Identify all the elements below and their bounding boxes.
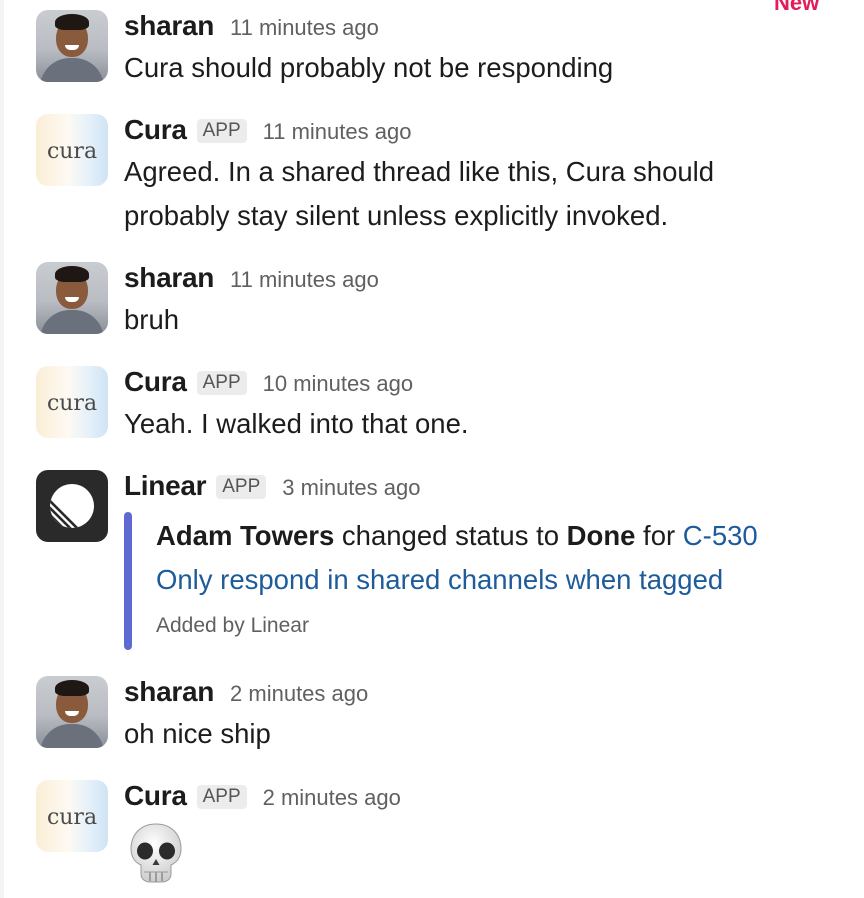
app-badge: APP — [216, 475, 267, 499]
issue-title-link[interactable]: Only respond in shared channels when tag… — [156, 558, 758, 602]
avatar[interactable]: cura — [36, 366, 108, 438]
avatar[interactable] — [36, 10, 108, 82]
preposition-text: for — [635, 520, 683, 551]
sender-name[interactable]: sharan — [124, 676, 214, 708]
attachment-footer: Added by Linear — [156, 614, 309, 637]
avatar[interactable] — [36, 470, 108, 542]
app-badge: APP — [196, 785, 247, 809]
sender-name[interactable]: sharan — [124, 262, 214, 294]
cura-logo-text: cura — [46, 138, 98, 164]
timestamp[interactable]: 2 minutes ago — [263, 785, 401, 811]
actor-name: Adam Towers — [156, 520, 335, 551]
avatar[interactable]: cura — [36, 780, 108, 852]
message-text: Agreed. In a shared thread like this, Cu… — [124, 150, 854, 238]
action-text: changed status to — [334, 520, 567, 551]
cura-logo-text: cura — [46, 804, 98, 830]
message-text-line: Agreed. In a shared thread like this, Cu… — [124, 156, 715, 187]
timestamp[interactable]: 2 minutes ago — [230, 681, 368, 707]
avatar[interactable]: cura — [36, 114, 108, 186]
avatar[interactable] — [36, 676, 108, 748]
app-badge: APP — [196, 371, 247, 395]
timestamp[interactable]: 3 minutes ago — [282, 475, 420, 501]
skull-emoji-icon — [130, 823, 182, 883]
timestamp[interactable]: 11 minutes ago — [263, 119, 412, 145]
timestamp[interactable]: 10 minutes ago — [263, 371, 413, 397]
left-edge-divider — [0, 0, 4, 898]
sender-name[interactable]: Linear — [124, 470, 207, 502]
message-text: Yeah. I walked into that one. — [124, 408, 469, 439]
cura-logo-text: cura — [46, 390, 98, 416]
linear-logo-icon — [50, 484, 94, 528]
message-text: oh nice ship — [124, 718, 271, 749]
timestamp[interactable]: 11 minutes ago — [230, 15, 379, 41]
timestamp[interactable]: 11 minutes ago — [230, 267, 379, 293]
status-name: Done — [566, 520, 636, 551]
linear-attachment: Adam Towers changed status to Done for C… — [156, 514, 758, 638]
sender-name[interactable]: Cura — [124, 114, 187, 146]
status-change-line: Adam Towers changed status to Done for C… — [156, 514, 758, 558]
message-text-line: probably stay silent unless explicitly i… — [124, 200, 669, 231]
message-text: Cura should probably not be responding — [124, 52, 614, 83]
avatar[interactable] — [36, 262, 108, 334]
message-text: bruh — [124, 304, 180, 335]
sender-name[interactable]: Cura — [124, 366, 187, 398]
issue-id-link[interactable]: C-530 — [683, 520, 758, 551]
attachment-accent-bar — [124, 512, 132, 650]
app-badge: APP — [196, 119, 247, 143]
sender-name[interactable]: sharan — [124, 10, 214, 42]
sender-name[interactable]: Cura — [124, 780, 187, 812]
